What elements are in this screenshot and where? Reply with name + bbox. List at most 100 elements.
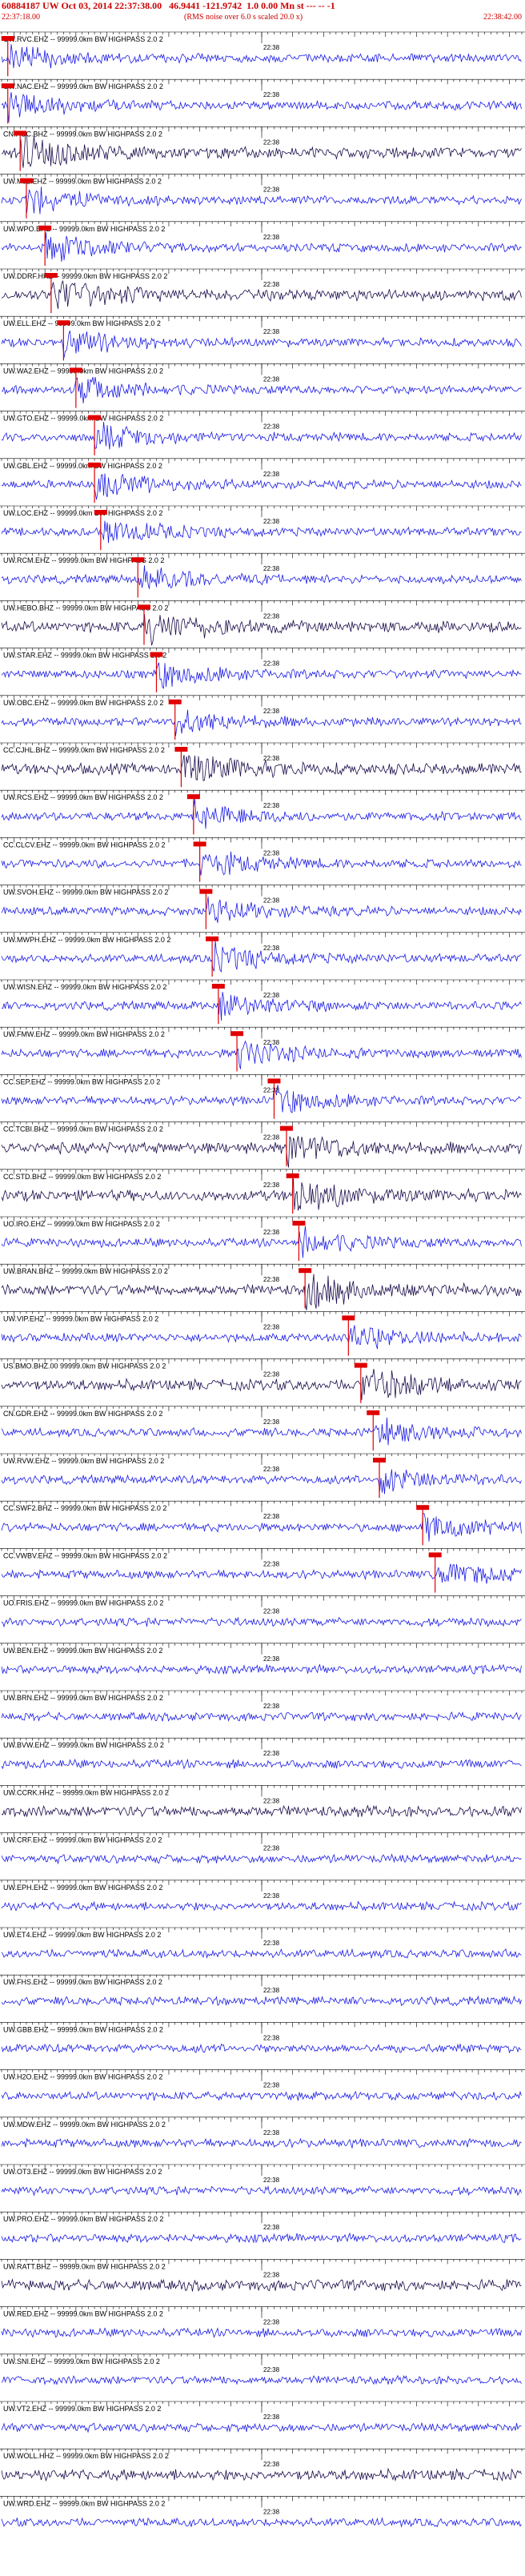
trace-row: UW.WOLL.HHZ -- 99999.0km BW HIGHPASS 2.0… — [0, 2448, 525, 2482]
waveform — [1, 1136, 522, 1168]
waveform — [1, 1900, 522, 1912]
waveform — [1, 2090, 522, 2101]
waveform — [1, 940, 522, 973]
waveform — [1, 1853, 522, 1865]
waveform — [1, 799, 522, 829]
minute-tick-label: 22:38 — [263, 91, 280, 98]
waveform — [1, 1663, 522, 1675]
trace-row: UW.MDW.EHZ -- 99999.0km BW HIGHPASS 2.0 … — [0, 2117, 525, 2149]
waveform — [1, 614, 522, 646]
station-label: UW.BRAN.BHZ -- 99999.0km BW HIGHPASS 2.0… — [3, 1267, 168, 1275]
minute-tick-label: 22:38 — [263, 2224, 280, 2231]
minute-tick-label: 22:38 — [263, 565, 280, 572]
waveform — [1, 187, 522, 215]
minute-tick-label: 22:38 — [263, 1560, 280, 1567]
trace-row: UW.BRAN.BHZ -- 99999.0km BW HIGHPASS 2.0… — [0, 1263, 525, 1310]
waveform — [1, 232, 522, 262]
waveform — [1, 1368, 522, 1400]
station-label: CC.TCBI.BHZ -- 99999.0km BW HIGHPASS 2.0… — [3, 1125, 163, 1134]
minute-tick-label: 22:38 — [263, 1892, 280, 1900]
minute-tick-label: 22:38 — [263, 2129, 280, 2137]
trace-row: UW.GBB.EHZ -- 99999.0km BW HIGHPASS 2.0 … — [0, 2022, 525, 2054]
station-label: CC.VWBV.EHZ -- 99999.0km BW HIGHPASS 2.0… — [3, 1551, 167, 1559]
minute-tick-label: 22:38 — [263, 423, 280, 431]
station-label: UW.WA2.EHZ -- 99999.0km BW HIGHPASS 2.0 … — [3, 367, 163, 375]
pick-flag — [373, 1458, 387, 1463]
trace-row: UW.SNI.EHZ -- 99999.0km BW HIGHPASS 2.0 … — [0, 2353, 525, 2385]
trace-row: CC.STD.BHZ -- 99999.0km BW HIGHPASS 2.0 … — [0, 1169, 525, 1214]
waveform — [1, 377, 522, 403]
pick-flag — [342, 1315, 355, 1321]
station-label: UW.WISN.EHZ -- 99999.0km BW HIGHPASS 2.0… — [3, 983, 166, 991]
trace-row: UW.FHS.EHZ -- 99999.0km BW HIGHPASS 2.0 … — [0, 1974, 525, 2007]
waveform — [1, 92, 522, 122]
station-label: CC.SEP.EHZ -- 99999.0km BW HIGHPASS 2.0 … — [3, 1077, 160, 1085]
trace-row: UO.FRIS.EHZ -- 99999.0km BW HIGHPASS 2.0… — [0, 1595, 525, 1628]
station-label: UO.IRO.EHZ -- 99999.0km BW HIGHPASS 2.0 … — [3, 1220, 160, 1228]
minute-tick-label: 22:38 — [263, 1845, 280, 1852]
minute-tick-label: 22:38 — [263, 992, 280, 999]
pick-flag — [267, 1078, 281, 1084]
trace-row: UW.MJ2.EHZ -- 99999.0km BW HIGHPASS 2.0 … — [0, 174, 525, 219]
trace-row: UW.BVW.EHZ -- 99999.0km BW HIGHPASS 2.0 … — [0, 1737, 525, 1770]
trace-row: CC.TCBI.BHZ -- 99999.0km BW HIGHPASS 2.0… — [0, 1121, 525, 1168]
waveform — [1, 2467, 522, 2482]
waveform — [1, 2327, 522, 2338]
station-label: CC.STD.BHZ -- 99999.0km BW HIGHPASS 2.0 … — [3, 1173, 161, 1181]
waveform — [1, 896, 522, 923]
minute-tick-label: 22:38 — [263, 2271, 280, 2278]
minute-tick-label: 22:38 — [263, 471, 280, 478]
station-label: UW.RATT.BHZ -- 99999.0km BW HIGHPASS 2.0… — [3, 2262, 166, 2270]
trace-row: UW.WRD.EHZ -- 99999.0km BW HIGHPASS 2.0 … — [0, 2496, 525, 2528]
waveform — [1, 1178, 522, 1211]
station-label: CC.SWF2.BHZ -- 99999.0km BW HIGHPASS 2.0… — [3, 1504, 166, 1512]
pick-flag — [193, 841, 206, 847]
waveform — [1, 1085, 522, 1113]
minute-tick-label: 22:38 — [263, 2461, 280, 2468]
trace-row: UW.WISN.EHZ -- 99999.0km BW HIGHPASS 2.0… — [0, 979, 525, 1025]
trace-row: UW.WA2.EHZ -- 99999.0km BW HIGHPASS 2.0 … — [0, 363, 525, 408]
trace-row: US.BMO.BHZ.00 99999.0km BW HIGHPASS 2.0 … — [0, 1358, 525, 1403]
waveform — [1, 2422, 522, 2434]
minute-tick-label: 22:38 — [263, 897, 280, 905]
station-label: UW.ELL.EHZ -- 99999.0km BW HIGHPASS 2.0 … — [3, 319, 161, 327]
minute-tick-label: 22:38 — [263, 1940, 280, 1947]
trace-row: UW.STAR.EHZ -- 99999.0km BW HIGHPASS 2.0… — [0, 648, 525, 692]
pick-flag — [292, 1221, 306, 1226]
station-label: UW.GTO.EHZ -- 99999.0km BW HIGHPASS 2.0 … — [3, 415, 163, 423]
minute-tick-label: 22:38 — [263, 2366, 280, 2373]
minute-tick-label: 22:38 — [263, 1418, 280, 1426]
waveform — [1, 754, 522, 781]
pick-flag — [186, 794, 200, 800]
trace-row: UW.VT2.EHZ -- 99999.0km BW HIGHPASS 2.0 … — [0, 2401, 525, 2434]
waveform — [1, 1948, 522, 1960]
minute-tick-label: 22:38 — [263, 187, 280, 194]
waveform — [1, 709, 522, 736]
station-label: UW.RVW.EHZ -- 99999.0km BW HIGHPASS 2.0 … — [3, 1457, 164, 1465]
trace-row: UW.GTO.EHZ -- 99999.0km BW HIGHPASS 2.0 … — [0, 411, 525, 455]
station-label: UW.WPO.EHZ -- 99999.0km BW HIGHPASS 2.0 … — [3, 225, 165, 233]
trace-row: CC.CJHL.BHZ -- 99999.0km BW HIGHPASS 2.0… — [0, 742, 525, 788]
waveform — [1, 131, 522, 168]
pick-flag — [199, 889, 213, 894]
station-label: UW.SVOH.EHZ -- 99999.0km BW HIGHPASS 2.0… — [3, 889, 168, 897]
pick-flag — [354, 1362, 367, 1368]
minute-tick-label: 22:38 — [263, 1182, 280, 1189]
station-label: UW.MWPH.EHZ -- 99999.0km BW HIGHPASS 2.0… — [3, 936, 170, 944]
trace-row: CN.GDR.EHZ -- 99999.0km BW HIGHPASS 2.0 … — [0, 1406, 525, 1451]
waveform — [1, 1226, 522, 1258]
minute-tick-label: 22:38 — [263, 2082, 280, 2089]
trace-row: UW.EPH.EHZ -- 99999.0km BW HIGHPASS 2.0 … — [0, 1880, 525, 1912]
station-label: UW.FMW.EHZ -- 99999.0km BW HIGHPASS 2.0 … — [3, 1030, 165, 1038]
waveform — [1, 1563, 522, 1584]
pick-flag — [94, 510, 107, 515]
trace-row: CC.SWF2.BHZ -- 99999.0km BW HIGHPASS 2.0… — [0, 1500, 525, 1546]
trace-row: UW.H2O.EHZ -- 99999.0km BW HIGHPASS 2.0 … — [0, 2069, 525, 2101]
station-label: UO.FRIS.EHZ -- 99999.0km BW HIGHPASS 2.0… — [3, 1599, 163, 1607]
waveform — [1, 473, 522, 500]
trace-row: UW.RATT.BHZ -- 99999.0km BW HIGHPASS 2.0… — [0, 2259, 525, 2292]
minute-tick-label: 22:38 — [263, 138, 280, 146]
station-label: UW.MDW.EHZ -- 99999.0km BW HIGHPASS 2.0 … — [3, 2121, 166, 2129]
pick-flag — [206, 936, 219, 941]
station-label: UW.RED.EHZ -- 99999.0km BW HIGHPASS 2.0 … — [3, 2310, 163, 2318]
